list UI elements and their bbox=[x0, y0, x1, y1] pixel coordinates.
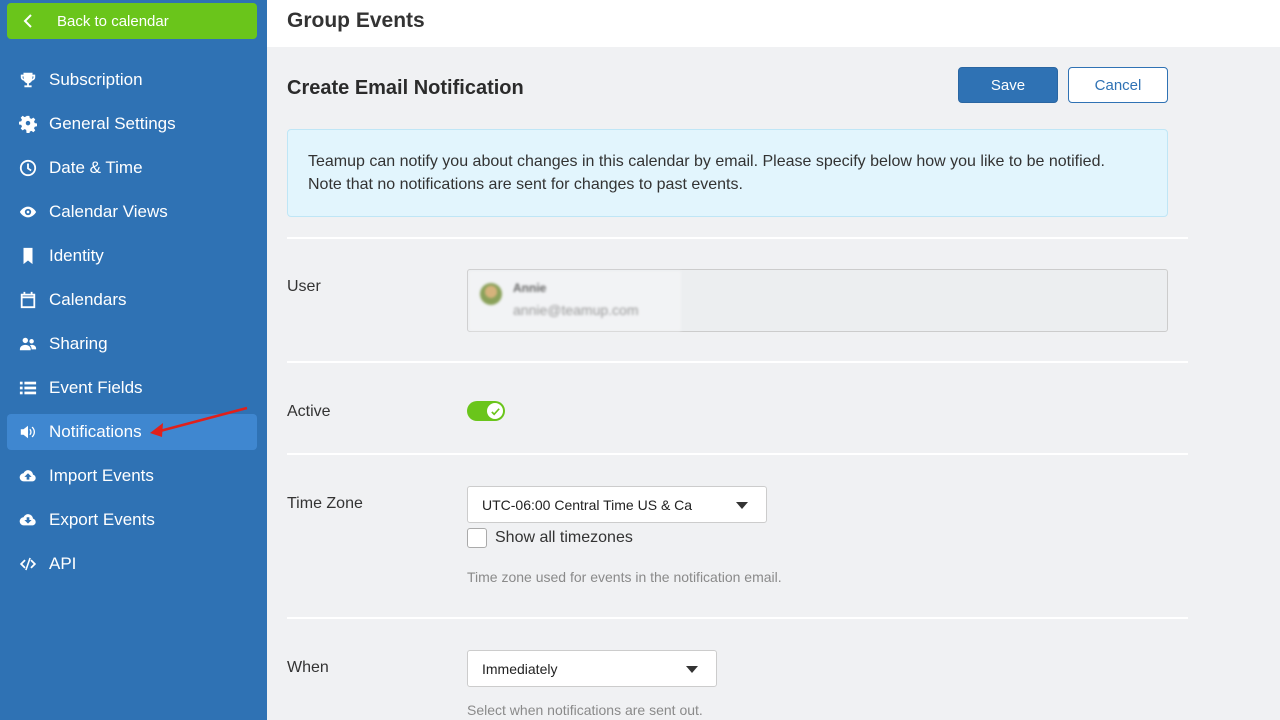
divider bbox=[287, 453, 1188, 455]
sidebar-item-calendar-views[interactable]: Calendar Views bbox=[7, 194, 257, 230]
divider bbox=[287, 361, 1188, 363]
show-all-timezones-checkbox[interactable] bbox=[467, 528, 487, 548]
timezone-help-text: Time zone used for events in the notific… bbox=[467, 569, 782, 585]
calendar-title: Group Events bbox=[287, 9, 425, 32]
when-label: When bbox=[287, 659, 329, 676]
sidebar-item-sharing[interactable]: Sharing bbox=[7, 326, 257, 362]
divider bbox=[287, 617, 1188, 619]
sidebar-item-label: Sharing bbox=[49, 334, 108, 353]
eye-icon bbox=[18, 202, 38, 222]
users-icon bbox=[18, 334, 38, 354]
sidebar-item-label: Calendars bbox=[49, 290, 127, 309]
timezone-label: Time Zone bbox=[287, 495, 363, 512]
sidebar-item-identity[interactable]: Identity bbox=[7, 238, 257, 274]
bookmark-icon bbox=[18, 246, 38, 266]
info-text-line-2: Note that no notifications are sent for … bbox=[308, 176, 743, 193]
user-name: Annie bbox=[513, 281, 547, 295]
timezone-select[interactable]: UTC-06:00 Central Time US & Ca bbox=[467, 486, 767, 523]
sidebar-item-label: Calendar Views bbox=[49, 202, 168, 221]
when-value: Immediately bbox=[482, 660, 558, 677]
sidebar-item-general-settings[interactable]: General Settings bbox=[7, 106, 257, 142]
show-all-timezones-label: Show all timezones bbox=[495, 529, 633, 546]
chevron-left-icon bbox=[23, 14, 39, 28]
back-to-calendar-label: Back to calendar bbox=[57, 12, 169, 30]
megaphone-icon bbox=[18, 422, 38, 442]
cloud-download-icon bbox=[18, 510, 38, 530]
caret-down-icon bbox=[736, 502, 748, 509]
sidebar-item-event-fields[interactable]: Event Fields bbox=[7, 370, 257, 406]
sidebar-item-import-events[interactable]: Import Events bbox=[7, 458, 257, 494]
code-icon bbox=[18, 554, 38, 574]
sidebar-item-label: Identity bbox=[49, 246, 104, 265]
check-icon bbox=[487, 403, 503, 419]
sidebar-item-date-time[interactable]: Date & Time bbox=[7, 150, 257, 186]
sidebar-item-calendars[interactable]: Calendars bbox=[7, 282, 257, 318]
gear-icon bbox=[18, 114, 38, 134]
sidebar-item-label: General Settings bbox=[49, 114, 176, 133]
user-email: annie@teamup.com bbox=[513, 302, 639, 318]
sidebar-item-subscription[interactable]: Subscription bbox=[7, 62, 257, 98]
sidebar-item-label: API bbox=[49, 554, 77, 573]
caret-down-icon bbox=[686, 666, 698, 673]
divider bbox=[287, 237, 1188, 239]
user-chip: Annie annie@teamup.com bbox=[469, 271, 681, 331]
show-all-timezones[interactable]: Show all timezones bbox=[467, 528, 633, 548]
sidebar-nav: Subscription General Settings Date & Tim… bbox=[7, 62, 257, 590]
calendar-icon bbox=[18, 290, 38, 310]
sidebar-item-label: Date & Time bbox=[49, 158, 143, 177]
user-label: User bbox=[287, 278, 321, 295]
timezone-value: UTC-06:00 Central Time US & Ca bbox=[482, 496, 693, 513]
page-title: Create Email Notification bbox=[287, 77, 524, 99]
sidebar: Back to calendar Subscription General Se… bbox=[0, 0, 267, 720]
sidebar-item-label: Subscription bbox=[49, 70, 143, 89]
when-help-text: Select when notifications are sent out. bbox=[467, 702, 703, 718]
avatar bbox=[480, 283, 502, 305]
cloud-upload-icon bbox=[18, 466, 38, 486]
sidebar-item-export-events[interactable]: Export Events bbox=[7, 502, 257, 538]
cancel-button[interactable]: Cancel bbox=[1068, 67, 1168, 103]
info-box: Teamup can notify you about changes in t… bbox=[287, 129, 1168, 217]
save-button[interactable]: Save bbox=[958, 67, 1058, 103]
sidebar-item-label: Export Events bbox=[49, 510, 155, 529]
sidebar-item-label: Event Fields bbox=[49, 378, 143, 397]
sidebar-item-notifications[interactable]: Notifications bbox=[7, 414, 257, 450]
when-select[interactable]: Immediately bbox=[467, 650, 717, 687]
active-label: Active bbox=[287, 403, 331, 420]
sidebar-item-label: Notifications bbox=[49, 422, 142, 441]
back-to-calendar-button[interactable]: Back to calendar bbox=[7, 3, 257, 39]
sidebar-item-label: Import Events bbox=[49, 466, 154, 485]
header-bar: Group Events bbox=[267, 0, 1280, 47]
info-text-line-1: Teamup can notify you about changes in t… bbox=[308, 153, 1105, 170]
clock-icon bbox=[18, 158, 38, 178]
list-icon bbox=[18, 378, 38, 398]
active-toggle[interactable] bbox=[467, 401, 505, 421]
trophy-icon bbox=[18, 70, 38, 90]
sidebar-item-api[interactable]: API bbox=[7, 546, 257, 582]
user-field[interactable]: Annie annie@teamup.com bbox=[467, 269, 1168, 332]
